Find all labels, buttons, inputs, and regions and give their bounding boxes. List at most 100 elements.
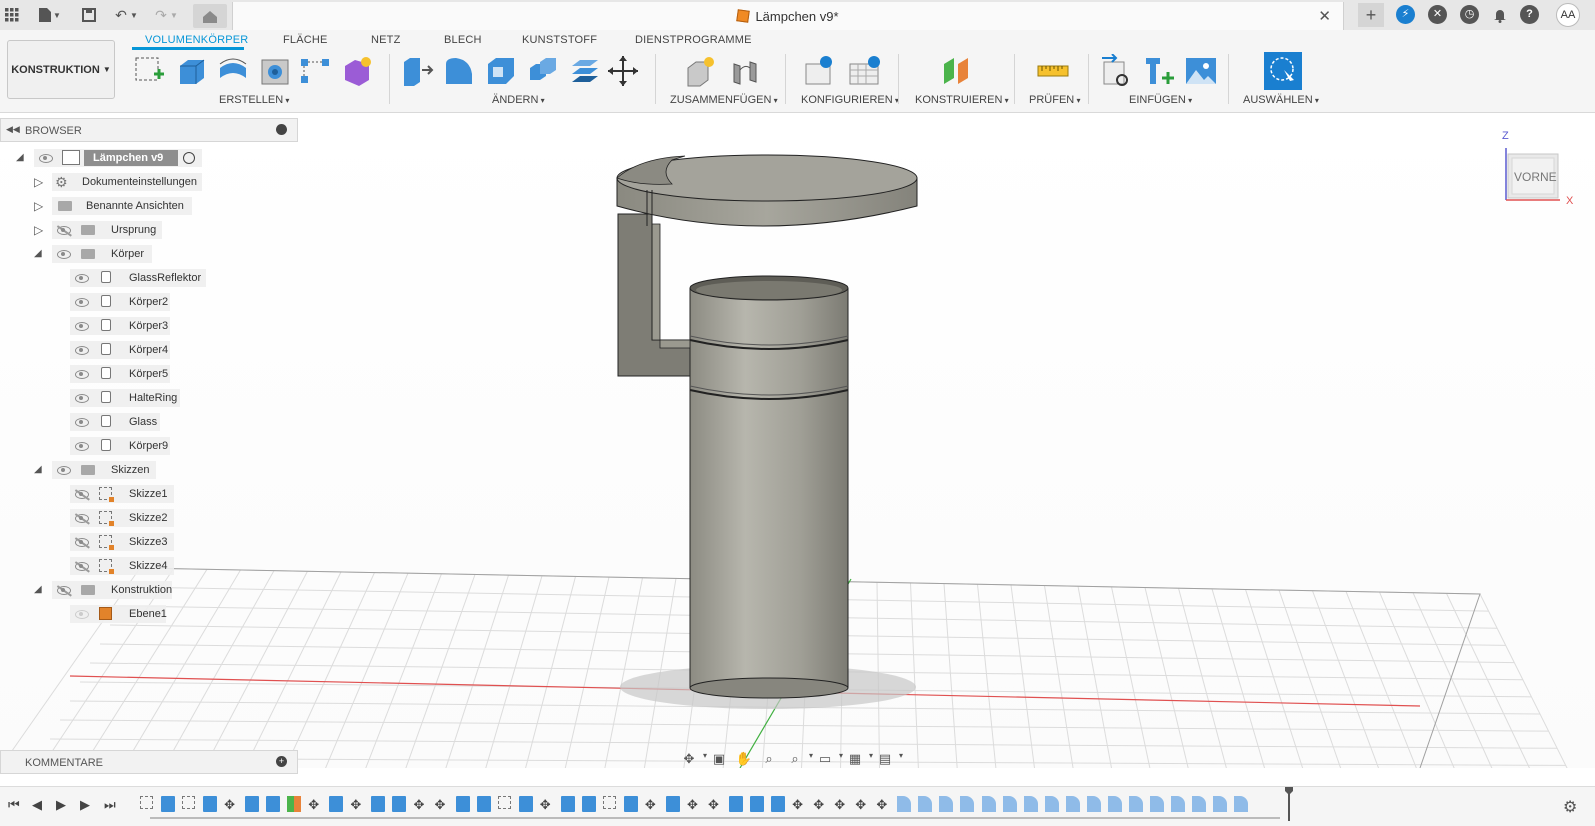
- timeline-move-icon[interactable]: ✥: [708, 796, 722, 812]
- eye-hidden-icon[interactable]: [57, 226, 71, 235]
- tab-volumenkoerper[interactable]: VOLUMENKÖRPER: [145, 34, 248, 46]
- revolve-icon[interactable]: [216, 54, 250, 88]
- hole-icon[interactable]: [258, 54, 292, 88]
- expanded-triangle-icon[interactable]: ◢: [34, 584, 42, 595]
- timeline-move-icon[interactable]: ✥: [224, 796, 238, 812]
- timeline-sketch-icon[interactable]: [497, 796, 511, 809]
- create-form-icon[interactable]: [340, 54, 374, 88]
- chevron-down-icon[interactable]: ▼: [50, 5, 64, 25]
- tree-item-skizze4[interactable]: Skizze4: [0, 556, 300, 576]
- eye-icon[interactable]: [75, 418, 89, 427]
- eye-icon[interactable]: [75, 274, 89, 283]
- eye-icon[interactable]: [75, 346, 89, 355]
- eye-hidden-icon[interactable]: [75, 490, 89, 499]
- timeline-move-icon[interactable]: ✥: [645, 796, 659, 812]
- minimize-panel-icon[interactable]: [276, 124, 287, 135]
- group-konstruieren[interactable]: KONSTRUIEREN: [915, 94, 1009, 106]
- measure-icon[interactable]: [1036, 54, 1070, 88]
- timeline-sketch-icon[interactable]: [140, 796, 153, 809]
- eye-icon[interactable]: [75, 442, 89, 451]
- tree-item-körper4[interactable]: Körper4: [0, 340, 300, 360]
- fillet-icon[interactable]: [442, 54, 476, 88]
- document-tab[interactable]: Lämpchen v9* ✕: [232, 2, 1344, 30]
- tree-item-körper3[interactable]: Körper3: [0, 316, 300, 336]
- timeline-feature-icon[interactable]: [245, 796, 260, 812]
- tree-item-körper[interactable]: ◢ Körper: [0, 244, 300, 264]
- timeline-feature-icon[interactable]: [918, 796, 933, 812]
- offset-plane-icon[interactable]: [940, 54, 974, 88]
- timeline-move-icon[interactable]: ✥: [855, 796, 869, 812]
- eye-hidden-icon[interactable]: [57, 586, 71, 595]
- eye-icon[interactable]: [75, 610, 89, 619]
- timeline-feature-icon[interactable]: [203, 796, 218, 812]
- timeline-sketch-icon[interactable]: [182, 796, 196, 809]
- tree-item-glassreflektor[interactable]: GlassReflektor: [0, 268, 300, 288]
- timeline-feature-icon[interactable]: [1107, 796, 1122, 812]
- zoom-icon[interactable]: ⌕: [760, 751, 778, 768]
- tab-flaeche[interactable]: FLÄCHE: [283, 34, 328, 46]
- home-button[interactable]: [193, 4, 227, 28]
- eye-icon[interactable]: [75, 322, 89, 331]
- timeline-feature-icon[interactable]: [981, 796, 996, 812]
- pan-hand-icon[interactable]: ✋: [735, 751, 753, 768]
- timeline-feature-icon[interactable]: [750, 796, 765, 812]
- pattern-icon[interactable]: [298, 54, 332, 88]
- chevron-down-icon[interactable]: ▼: [168, 5, 180, 25]
- tree-item-körper5[interactable]: Körper5: [0, 364, 300, 384]
- timeline-plane-icon[interactable]: [287, 796, 302, 812]
- comments-panel-header[interactable]: KOMMENTARE +: [0, 750, 298, 774]
- eye-icon[interactable]: [75, 370, 89, 379]
- tree-item-dokumenteinstellungen[interactable]: ▷ ⚙ Dokumenteinstellungen: [0, 172, 300, 192]
- tree-item-haltering[interactable]: HalteRing: [0, 388, 300, 408]
- timeline-feature-icon[interactable]: [161, 796, 176, 812]
- group-auswaehlen[interactable]: AUSWÄHLEN: [1243, 94, 1319, 106]
- timeline-feature-icon[interactable]: [329, 796, 344, 812]
- timeline-move-icon[interactable]: ✥: [813, 796, 827, 812]
- timeline-feature-icon[interactable]: [560, 796, 575, 812]
- collapsed-triangle-icon[interactable]: ▷: [34, 175, 43, 189]
- timeline-move-icon[interactable]: ✥: [435, 796, 449, 812]
- collapsed-triangle-icon[interactable]: ▷: [34, 223, 43, 237]
- extension-icon[interactable]: ⚡: [1396, 5, 1415, 24]
- timeline-first-icon[interactable]: ⏮: [8, 797, 20, 813]
- tree-item-ebene1[interactable]: Ebene1: [0, 604, 300, 624]
- view-cube[interactable]: Z X VORNE: [1500, 130, 1580, 220]
- eye-icon[interactable]: [57, 466, 71, 475]
- timeline-play-icon[interactable]: ▶: [56, 797, 66, 813]
- timeline-feature-icon[interactable]: [371, 796, 386, 812]
- timeline-move-icon[interactable]: ✥: [687, 796, 701, 812]
- eye-icon[interactable]: [75, 298, 89, 307]
- gear-icon[interactable]: ⚙: [1563, 797, 1577, 817]
- timeline-move-icon[interactable]: ✥: [350, 796, 364, 812]
- workspace-switcher[interactable]: KONSTRUKTION ▼: [7, 40, 115, 99]
- timeline-move-icon[interactable]: ✥: [540, 796, 554, 812]
- avatar[interactable]: AA: [1556, 3, 1580, 27]
- timeline-feature-icon[interactable]: [1065, 796, 1080, 812]
- new-component-icon[interactable]: [684, 54, 718, 88]
- help-icon[interactable]: ?: [1520, 5, 1539, 24]
- collapse-panel-icon[interactable]: ◀◀: [6, 124, 20, 135]
- timeline-feature-icon[interactable]: [1044, 796, 1059, 812]
- tab-netz[interactable]: NETZ: [371, 34, 401, 46]
- add-comment-icon[interactable]: +: [276, 756, 287, 767]
- expanded-triangle-icon[interactable]: ◢: [16, 152, 24, 163]
- tab-dienstprogramme[interactable]: DIENSTPROGRAMME: [635, 34, 752, 46]
- timeline-feature-icon[interactable]: [1233, 796, 1248, 812]
- tree-item-konstruktion[interactable]: ◢ Konstruktion: [0, 580, 300, 600]
- collapsed-triangle-icon[interactable]: ▷: [34, 199, 43, 213]
- tree-item-skizze1[interactable]: Skizze1: [0, 484, 300, 504]
- configuration-table-icon[interactable]: [848, 54, 882, 88]
- activate-radio-icon[interactable]: [183, 152, 195, 164]
- chevron-down-icon[interactable]: ▾: [892, 751, 910, 768]
- timeline-sketch-icon[interactable]: [602, 796, 616, 809]
- create-sketch-icon[interactable]: [132, 54, 166, 88]
- tree-item-körper2[interactable]: Körper2: [0, 292, 300, 312]
- timeline-move-icon[interactable]: ✥: [834, 796, 848, 812]
- insert-mcmaster-icon[interactable]: [1142, 54, 1176, 88]
- timeline-move-icon[interactable]: ✥: [308, 796, 322, 812]
- save-icon[interactable]: [78, 5, 100, 25]
- group-zusammenfuegen[interactable]: ZUSAMMENFÜGEN: [670, 94, 778, 106]
- press-pull-icon[interactable]: [400, 54, 434, 88]
- timeline-move-icon[interactable]: ✥: [876, 796, 890, 812]
- timeline-feature-icon[interactable]: [455, 796, 470, 812]
